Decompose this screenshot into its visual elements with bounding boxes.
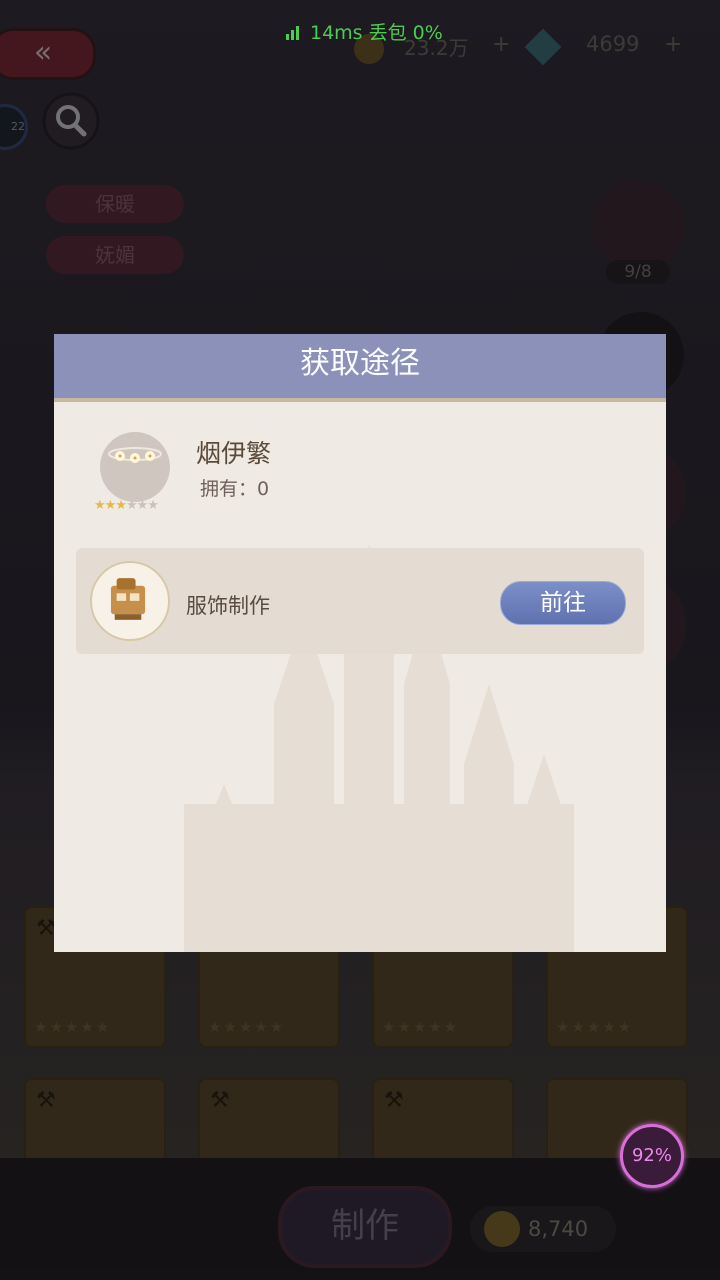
signal-icon bbox=[286, 23, 302, 40]
obtain-dialog: 获取途径 ★★★★★★ 烟伊繁 拥有：0 服饰制作 前往 bbox=[54, 334, 666, 952]
source-label: 服饰制作 bbox=[186, 594, 270, 618]
item-rarity: ★★★★★★ bbox=[94, 498, 159, 513]
network-status: 14ms 丢包 0% bbox=[286, 18, 443, 45]
item-owned: 拥有：0 bbox=[200, 478, 270, 500]
dialog-title: 获取途径 bbox=[300, 346, 420, 381]
item-name: 烟伊繁 bbox=[196, 439, 272, 468]
header-divider bbox=[54, 398, 666, 402]
progress-indicator[interactable]: 92% bbox=[620, 1124, 684, 1188]
source-row: 服饰制作 前往 bbox=[76, 548, 644, 654]
tailoring-icon bbox=[90, 561, 170, 641]
go-button[interactable]: 前往 bbox=[500, 581, 626, 625]
item-icon bbox=[100, 432, 170, 502]
